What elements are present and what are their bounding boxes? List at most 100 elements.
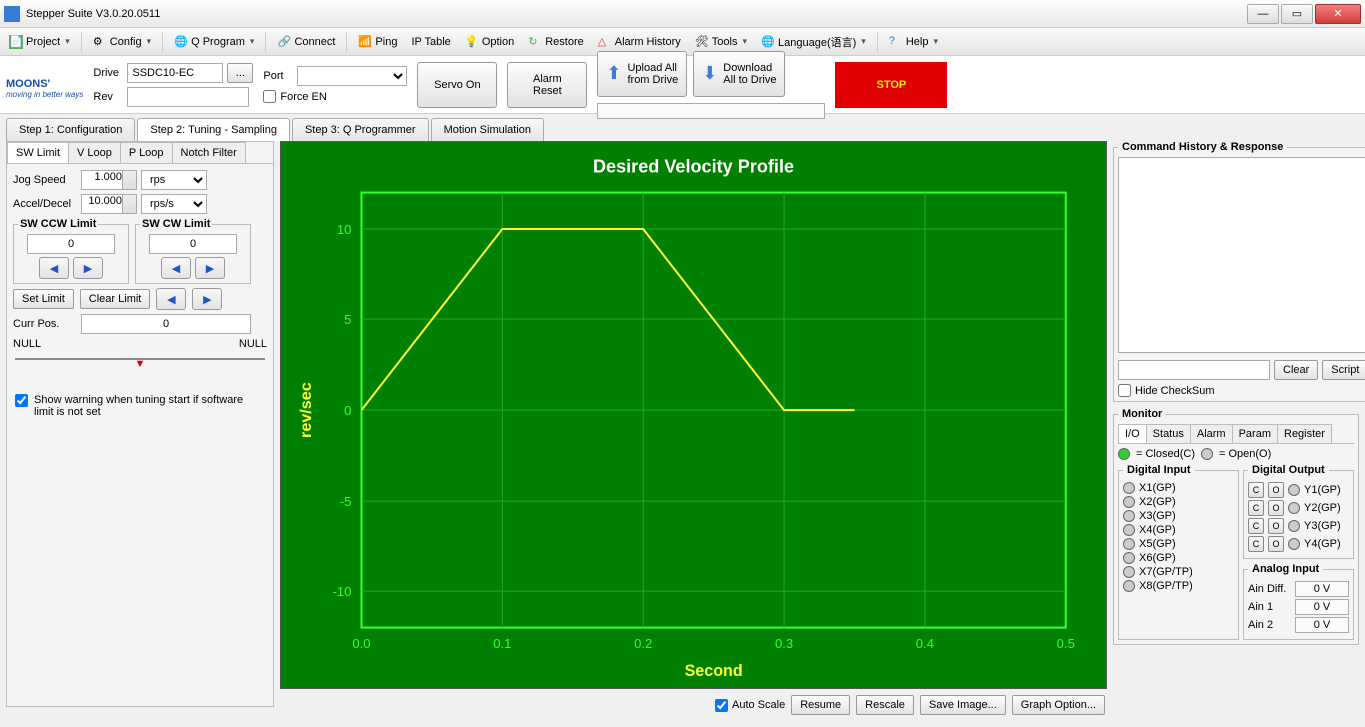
di-led-3 [1123, 524, 1135, 536]
subtab-swlimit[interactable]: SW Limit [7, 142, 69, 163]
graph-option-button[interactable]: Graph Option... [1012, 695, 1105, 715]
montab-param[interactable]: Param [1232, 424, 1278, 443]
do-c-1[interactable]: C [1248, 500, 1264, 516]
di-led-6 [1123, 566, 1135, 578]
force-en-checkbox[interactable] [263, 90, 276, 103]
currpos-value [81, 314, 251, 334]
di-led-1 [1123, 496, 1135, 508]
svg-text:0.1: 0.1 [493, 636, 511, 651]
montab-io[interactable]: I/O [1118, 424, 1147, 443]
ccw-left-button[interactable]: ◀ [39, 257, 69, 279]
resume-button[interactable]: Resume [791, 695, 850, 715]
history-textarea[interactable] [1118, 157, 1365, 353]
jogspeed-input[interactable]: 1.000 [81, 170, 137, 190]
do-c-2[interactable]: C [1248, 518, 1264, 534]
clear-button[interactable]: Clear [1274, 360, 1318, 380]
maximize-button[interactable]: ▭ [1281, 4, 1313, 24]
montab-register[interactable]: Register [1277, 424, 1332, 443]
montab-alarm[interactable]: Alarm [1190, 424, 1233, 443]
slider-marker-icon: ▼ [135, 358, 146, 370]
cw-left-button[interactable]: ◀ [161, 257, 191, 279]
set-limit-button[interactable]: Set Limit [13, 289, 74, 309]
close-button[interactable]: ✕ [1315, 4, 1361, 24]
do-o-3[interactable]: O [1268, 536, 1284, 552]
servo-on-button[interactable]: Servo On [417, 62, 497, 108]
minimize-button[interactable]: — [1247, 4, 1279, 24]
menu-restore[interactable]: ↻Restore [523, 32, 589, 52]
warn-checkbox[interactable] [15, 394, 28, 407]
warn-label: Show warning when tuning start if softwa… [34, 394, 265, 418]
menu-qprogram[interactable]: 🌐Q Program [169, 32, 259, 52]
null-right: NULL [239, 338, 267, 350]
tab-step2[interactable]: Step 2: Tuning - Sampling [137, 118, 290, 141]
do-led-1 [1288, 502, 1300, 514]
svg-text:rev/sec: rev/sec [297, 382, 315, 438]
stop-button[interactable]: STOP [835, 62, 947, 108]
hide-checksum-checkbox[interactable] [1118, 384, 1131, 397]
di-label-7: X8(GP/TP) [1139, 580, 1193, 592]
menu-alarm[interactable]: △Alarm History [593, 32, 686, 52]
do-c-0[interactable]: C [1248, 482, 1264, 498]
save-image-button[interactable]: Save Image... [920, 695, 1006, 715]
menu-config[interactable]: ⚙Config [88, 32, 156, 52]
download-all-button[interactable]: ⬇ DownloadAll to Drive [693, 51, 785, 97]
script-button[interactable]: Script [1322, 360, 1365, 380]
do-label-1: Y2(GP) [1304, 502, 1341, 514]
cw-right-button[interactable]: ▶ [195, 257, 225, 279]
do-o-0[interactable]: O [1268, 482, 1284, 498]
menu-help[interactable]: ?Help [884, 32, 943, 52]
menu-connect[interactable]: 🔗Connect [272, 32, 340, 52]
subtab-ploop[interactable]: P Loop [120, 142, 173, 163]
tab-step3[interactable]: Step 3: Q Programmer [292, 118, 429, 141]
cw-limit-input[interactable] [149, 234, 237, 254]
ain-diff-value: 0 V [1295, 581, 1349, 597]
jogspeed-label: Jog Speed [13, 174, 77, 186]
di-led-5 [1123, 552, 1135, 564]
download-icon: ⬇ [702, 63, 717, 84]
rev-field[interactable] [127, 87, 249, 107]
command-input[interactable] [1118, 360, 1270, 380]
window-title: Stepper Suite V3.0.20.0511 [26, 8, 160, 20]
drive-field[interactable] [127, 63, 223, 83]
menu-option[interactable]: 💡Option [460, 32, 519, 52]
menu-ping[interactable]: 📶Ping [353, 32, 402, 52]
do-led-2 [1288, 520, 1300, 532]
ccw-limit-input[interactable] [27, 234, 115, 254]
upload-all-button[interactable]: ⬆ Upload Allfrom Drive [597, 51, 687, 97]
subtab-notch[interactable]: Notch Filter [172, 142, 246, 163]
do-c-3[interactable]: C [1248, 536, 1264, 552]
port-select[interactable] [297, 66, 407, 86]
menu-language[interactable]: 🌐Language(语言) [756, 31, 871, 53]
currpos-label: Curr Pos. [13, 318, 77, 330]
alarm-reset-button[interactable]: Alarm Reset [507, 62, 587, 108]
ccw-right-button[interactable]: ▶ [73, 257, 103, 279]
limit-left-button[interactable]: ◀ [156, 288, 186, 310]
accel-label: Accel/Decel [13, 198, 77, 210]
open-led-icon [1201, 448, 1213, 460]
accel-input[interactable]: 10.000 [81, 194, 137, 214]
menu-tools[interactable]: 🛠Tools [690, 32, 752, 52]
digital-input-group: Digital Input X1(GP)X2(GP)X3(GP)X4(GP)X5… [1118, 464, 1239, 640]
svg-text:0.5: 0.5 [1057, 636, 1075, 651]
limit-slider[interactable]: ▼ [15, 358, 265, 376]
do-o-1[interactable]: O [1268, 500, 1284, 516]
jogspeed-unit[interactable]: rps [141, 170, 207, 190]
clear-limit-button[interactable]: Clear Limit [80, 289, 151, 309]
menu-project[interactable]: 📄Project [4, 32, 75, 52]
accel-unit[interactable]: rps/s [141, 194, 207, 214]
drive-browse-button[interactable]: ... [227, 63, 253, 83]
limit-right-button[interactable]: ▶ [192, 288, 222, 310]
tab-motion-sim[interactable]: Motion Simulation [431, 118, 544, 141]
cw-limit-group: SW CW Limit ◀ ▶ [135, 218, 251, 284]
ccw-limit-group: SW CCW Limit ◀ ▶ [13, 218, 129, 284]
do-o-2[interactable]: O [1268, 518, 1284, 534]
rescale-button[interactable]: Rescale [856, 695, 914, 715]
subtab-vloop[interactable]: V Loop [68, 142, 121, 163]
tab-step1[interactable]: Step 1: Configuration [6, 118, 135, 141]
autoscale-checkbox[interactable] [715, 699, 728, 712]
menu-iptable[interactable]: IP Table [406, 33, 455, 51]
svg-text:-10: -10 [333, 584, 352, 599]
montab-status[interactable]: Status [1146, 424, 1191, 443]
ain1-value: 0 V [1295, 599, 1349, 615]
analog-input-group: Analog Input Ain Diff.0 V Ain 10 V Ain 2… [1243, 563, 1354, 640]
